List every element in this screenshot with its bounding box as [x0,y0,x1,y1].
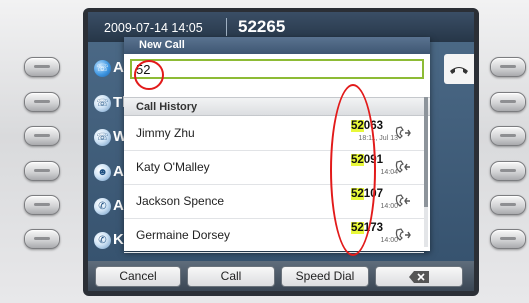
incoming-call-icon [395,160,410,173]
incoming-call-icon [395,194,410,207]
call-button[interactable]: Call [187,266,275,287]
phone-screen: 2009-07-14 14:05 52265 ☏ Ali ☏ Th ☏ We ☻… [88,12,474,291]
handset-icon [450,67,468,74]
remaining-digits: 173 [363,222,383,234]
backspace-icon [409,271,429,283]
call-time: 18:11, Jul 13 [358,135,398,142]
dialog-title: New Call [124,37,430,54]
contact-number: 52107 [351,188,383,200]
contact-name: Jackson Spence [136,194,225,208]
outgoing-call-icon [395,126,411,139]
contact-name: Katy O'Malley [136,160,210,174]
session-button-4[interactable] [490,161,526,181]
backspace-button[interactable] [375,266,463,287]
matched-digits: 52 [351,154,364,166]
phone-line-icon: ☏ [94,95,111,112]
remaining-digits: 107 [363,188,383,200]
contact-name: Jimmy Zhu [136,126,195,140]
session-tab[interactable] [444,54,474,84]
status-separator [226,18,227,36]
phone-line-icon: ☏ [94,129,111,146]
softkey-bar: Cancel Call Speed Dial [88,261,474,291]
contact-number: 52173 [351,222,383,234]
date-time: 2009-07-14 14:05 [104,21,203,35]
line-button-6[interactable] [24,229,60,249]
line-button-1[interactable] [24,57,60,77]
line-button-5[interactable] [24,195,60,215]
dial-input[interactable] [132,61,422,78]
group-icon: ☻ [94,164,111,181]
speed-dial-button[interactable]: Speed Dial [281,266,369,287]
dial-input-wrapper[interactable] [130,59,424,79]
cancel-button[interactable]: Cancel [95,266,181,287]
matched-digits: 52 [351,120,364,132]
contact-number: 52063 [351,120,383,132]
line-button-3[interactable] [24,126,60,146]
call-history-row[interactable]: Jimmy Zhu 52063 18:11, Jul 13 [124,117,424,151]
remaining-digits: 063 [363,120,383,132]
scrollbar-thumb[interactable] [424,97,428,207]
matched-digits: 52 [351,222,364,234]
contact-number: 52091 [351,154,383,166]
session-button-6[interactable] [490,229,526,249]
line-button-2[interactable] [24,92,60,112]
contact-name: Germaine Dorsey [136,228,231,242]
session-button-2[interactable] [490,92,526,112]
history-scrollbar[interactable] [424,97,428,247]
line-button-4[interactable] [24,161,60,181]
speed-dial-icon: ✆ [94,198,111,215]
outgoing-call-icon [395,228,411,241]
session-button-3[interactable] [490,126,526,146]
call-history-row[interactable]: Katy O'Malley 52091 14:04 [124,151,424,185]
call-history-row[interactable]: Jackson Spence 52107 14:00 [124,185,424,219]
extension-number: 52265 [238,17,286,36]
speed-dial-icon: ✆ [94,232,111,249]
session-button-5[interactable] [490,195,526,215]
call-history-row[interactable]: Germaine Dorsey 52173 14:00 [124,219,424,253]
matched-digits: 52 [351,188,364,200]
phone-line-icon: ☏ [94,60,111,77]
call-history-header: Call History [124,97,430,116]
new-call-dialog: New Call Call History Jimmy Zhu 52063 18… [124,37,430,253]
remaining-digits: 091 [363,154,383,166]
session-button-1[interactable] [490,57,526,77]
